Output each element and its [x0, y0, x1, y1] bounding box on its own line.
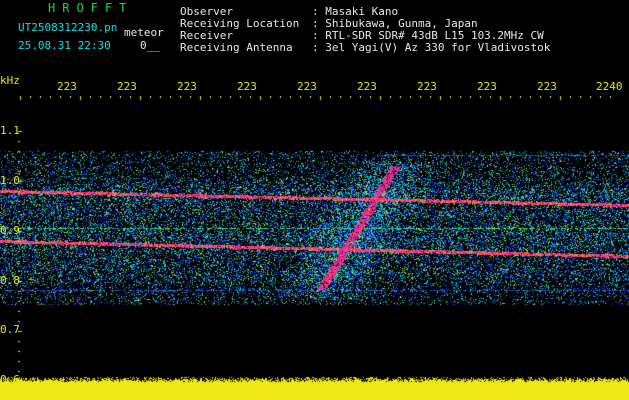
freq-tick: 0.6	[0, 373, 20, 386]
freq-tick: 1.1	[0, 124, 20, 137]
time-tick: 223	[417, 80, 437, 93]
time-tick: 223	[297, 80, 317, 93]
time-tick: 223	[117, 80, 137, 93]
spectrogram-canvas	[0, 96, 629, 400]
file-name: UT2508312230.pn	[18, 21, 118, 34]
app-title: HROFFT	[48, 1, 134, 15]
time-tick: 223	[477, 80, 497, 93]
time-tick: 223	[177, 80, 197, 93]
detection-tag: meteor	[124, 26, 164, 39]
time-tick: 223	[357, 80, 377, 93]
time-tick: 2240	[596, 80, 623, 93]
freq-tick: 0.9	[0, 224, 20, 237]
info-value-antenna: : 3el Yagi(V) Az 330 for Vladivostok	[312, 41, 551, 54]
freq-tick: 0.8	[0, 274, 20, 287]
date-time: 25.08.31 22:30	[18, 39, 111, 52]
info-label-antenna: Receiving Antenna	[180, 41, 293, 54]
freq-tick: 1.0	[0, 174, 20, 187]
freq-unit-label: kHz	[0, 74, 20, 87]
time-tick: 223	[537, 80, 557, 93]
time-tick: 223	[57, 80, 77, 93]
page-indicator: 0__	[140, 39, 160, 52]
freq-tick: 0.7	[0, 323, 20, 336]
time-tick: 223	[237, 80, 257, 93]
